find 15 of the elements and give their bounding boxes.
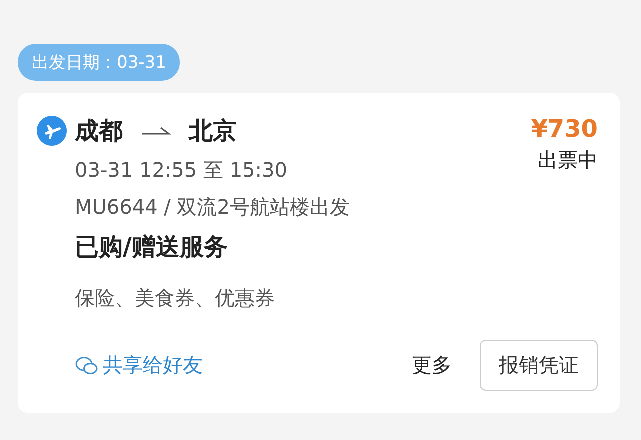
origin-city: 成都 xyxy=(75,116,123,147)
plane-icon xyxy=(37,116,67,146)
departure-date-tag: 出发日期：03-31 xyxy=(18,44,180,81)
ticket-status: 出票中 xyxy=(537,147,598,174)
services-title: 已购/赠送服务 xyxy=(75,232,229,263)
flight-info: MU6644 / 双流2号航站楼出发 xyxy=(75,194,350,221)
share-label: 共享给好友 xyxy=(103,352,203,379)
receipt-button[interactable]: 报销凭证 xyxy=(480,340,598,391)
chat-icon xyxy=(75,356,99,376)
services-list: 保险、美食券、优惠券 xyxy=(75,285,598,312)
share-link[interactable]: 共享给好友 xyxy=(75,352,203,379)
destination-city: 北京 xyxy=(189,116,237,147)
more-link[interactable]: 更多 xyxy=(412,352,452,379)
price: ¥730 xyxy=(531,115,598,143)
flight-time: 03-31 12:55 至 15:30 xyxy=(75,157,288,184)
